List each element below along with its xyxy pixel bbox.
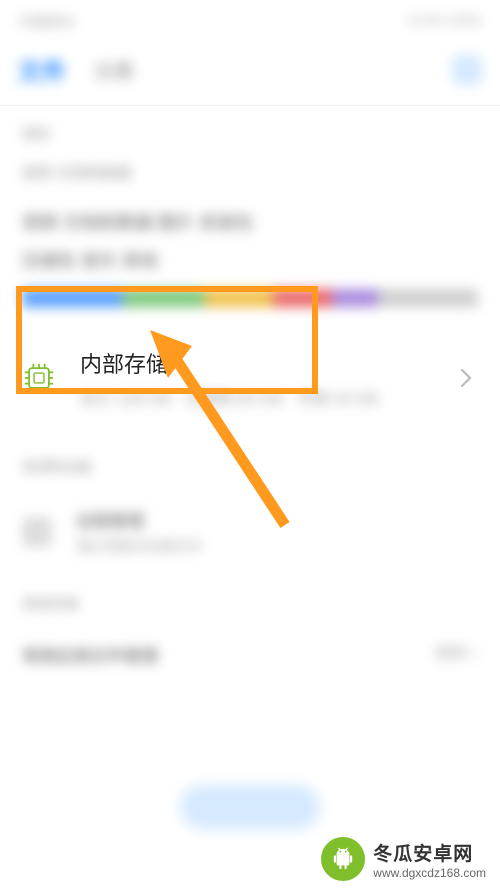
tabs-left: 文件 分类 [18, 52, 134, 87]
watermark-title: 冬瓜安卓网 [373, 839, 486, 866]
list-item[interactable]: 远程管理 通过电脑浏览器访问 [0, 487, 500, 576]
status-carrier: 中国移动 [18, 12, 74, 32]
section-label-3: 其他存储 [0, 576, 500, 624]
section-label-2: 来源和设备 [0, 439, 500, 487]
storage-title: 内部存储 [80, 347, 454, 379]
storage-usage-bar [22, 289, 478, 307]
section-line-1: 视频 文档和数据 [0, 154, 500, 183]
settings-row-label: 常用应用文件管理 [22, 642, 158, 667]
status-bar: 中国移动 12:00 100% [0, 0, 500, 38]
category-line-b: 压缩包 音乐 其他 [0, 241, 500, 289]
tabs-row: 文件 分类 [0, 38, 500, 105]
settings-row[interactable]: 常用应用文件管理 管理 > [0, 624, 500, 685]
category-line-a: 视频 文档和数据 图片 安装包 [0, 183, 500, 241]
watermark-text: 冬瓜安卓网 www.dgxcdz168.com [373, 839, 486, 880]
section-label-1: 类别 [0, 106, 500, 154]
chip-icon [22, 361, 56, 395]
tab-files[interactable]: 文件 [18, 52, 66, 87]
storage-subtitle: 总计 128 GB · 已使用 85 GB · 可用 43 GB [80, 385, 454, 409]
watermark: 冬瓜安卓网 www.dgxcdz168.com [307, 829, 500, 889]
clean-button[interactable] [180, 785, 320, 829]
internal-storage-row[interactable]: 内部存储 总计 128 GB · 已使用 85 GB · 可用 43 GB [0, 317, 500, 439]
chevron-right-icon [454, 366, 478, 390]
settings-row-value: 管理 > [435, 642, 478, 667]
list-item-title: 远程管理 [76, 507, 202, 532]
status-right: 12:00 100% [407, 12, 482, 32]
list-item-sub: 通过电脑浏览器访问 [76, 536, 202, 556]
list-item-text: 远程管理 通过电脑浏览器访问 [76, 507, 202, 556]
watermark-url: www.dgxcdz168.com [373, 866, 486, 880]
list-item-icon [22, 517, 52, 547]
storage-text: 内部存储 总计 128 GB · 已使用 85 GB · 可用 43 GB [80, 347, 454, 409]
android-icon [321, 837, 365, 881]
tab-categories[interactable]: 分类 [94, 55, 134, 84]
grid-icon[interactable] [452, 55, 482, 85]
